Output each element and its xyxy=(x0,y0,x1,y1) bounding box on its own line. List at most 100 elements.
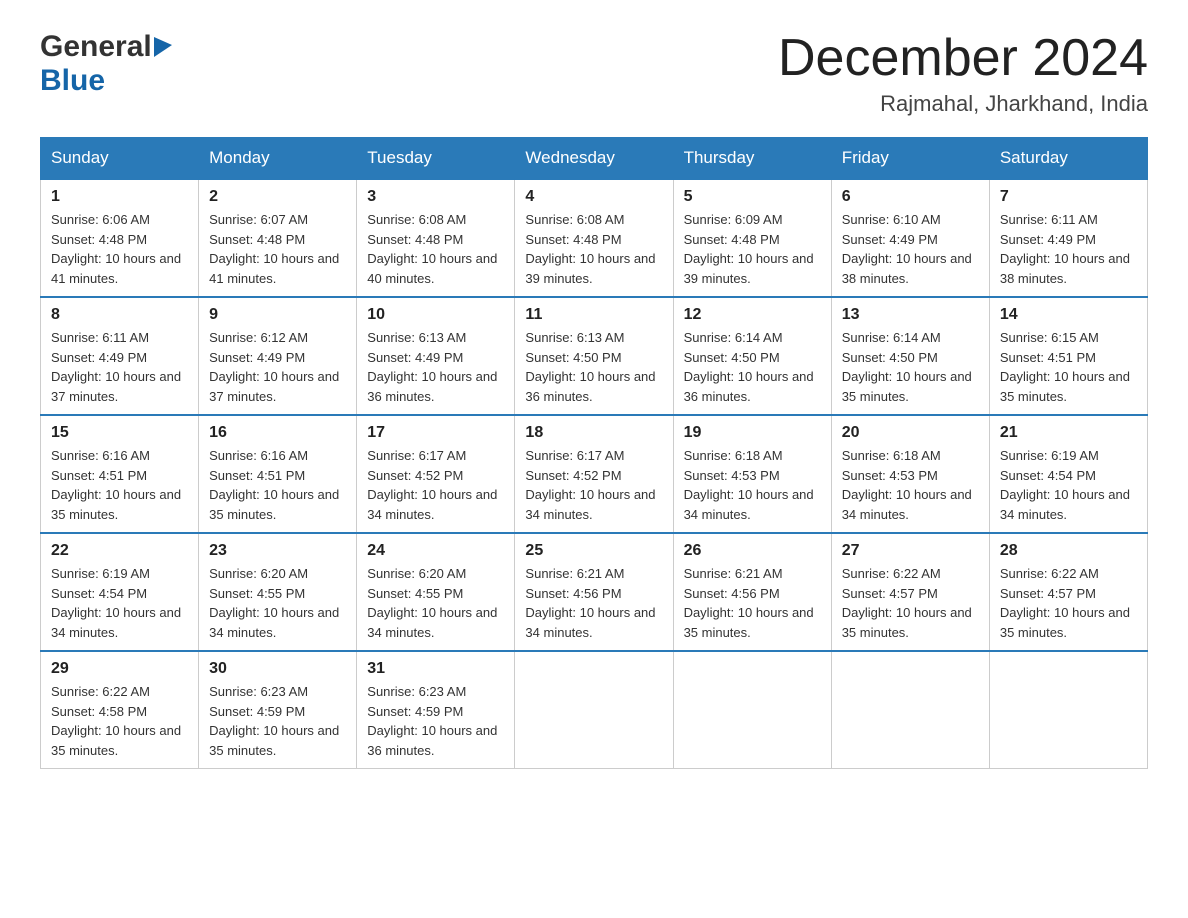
day-number: 19 xyxy=(684,424,821,442)
day-number: 6 xyxy=(842,188,979,206)
calendar-cell xyxy=(989,651,1147,769)
calendar-cell: 25 Sunrise: 6:21 AMSunset: 4:56 PMDaylig… xyxy=(515,533,673,651)
calendar-cell: 19 Sunrise: 6:18 AMSunset: 4:53 PMDaylig… xyxy=(673,415,831,533)
calendar-cell: 8 Sunrise: 6:11 AMSunset: 4:49 PMDayligh… xyxy=(41,297,199,415)
day-number: 31 xyxy=(367,660,504,678)
logo-blue-text: Blue xyxy=(40,64,105,98)
day-number: 17 xyxy=(367,424,504,442)
day-info: Sunrise: 6:18 AMSunset: 4:53 PMDaylight:… xyxy=(842,446,979,524)
calendar-cell: 17 Sunrise: 6:17 AMSunset: 4:52 PMDaylig… xyxy=(357,415,515,533)
calendar-cell: 24 Sunrise: 6:20 AMSunset: 4:55 PMDaylig… xyxy=(357,533,515,651)
day-info: Sunrise: 6:22 AMSunset: 4:58 PMDaylight:… xyxy=(51,682,188,760)
day-info: Sunrise: 6:11 AMSunset: 4:49 PMDaylight:… xyxy=(51,328,188,406)
header-friday: Friday xyxy=(831,138,989,180)
day-number: 10 xyxy=(367,306,504,324)
day-info: Sunrise: 6:13 AMSunset: 4:50 PMDaylight:… xyxy=(525,328,662,406)
day-number: 18 xyxy=(525,424,662,442)
calendar-cell: 2 Sunrise: 6:07 AMSunset: 4:48 PMDayligh… xyxy=(199,179,357,297)
calendar-cell: 15 Sunrise: 6:16 AMSunset: 4:51 PMDaylig… xyxy=(41,415,199,533)
day-info: Sunrise: 6:22 AMSunset: 4:57 PMDaylight:… xyxy=(842,564,979,642)
header-monday: Monday xyxy=(199,138,357,180)
calendar-cell: 3 Sunrise: 6:08 AMSunset: 4:48 PMDayligh… xyxy=(357,179,515,297)
day-number: 24 xyxy=(367,542,504,560)
day-number: 4 xyxy=(525,188,662,206)
header-wednesday: Wednesday xyxy=(515,138,673,180)
day-info: Sunrise: 6:21 AMSunset: 4:56 PMDaylight:… xyxy=(525,564,662,642)
header-sunday: Sunday xyxy=(41,138,199,180)
day-number: 22 xyxy=(51,542,188,560)
header-tuesday: Tuesday xyxy=(357,138,515,180)
week-row-5: 29 Sunrise: 6:22 AMSunset: 4:58 PMDaylig… xyxy=(41,651,1148,769)
day-info: Sunrise: 6:08 AMSunset: 4:48 PMDaylight:… xyxy=(525,210,662,288)
day-info: Sunrise: 6:10 AMSunset: 4:49 PMDaylight:… xyxy=(842,210,979,288)
logo-triangle-icon xyxy=(154,37,172,57)
calendar-cell: 31 Sunrise: 6:23 AMSunset: 4:59 PMDaylig… xyxy=(357,651,515,769)
calendar-title: December 2024 xyxy=(778,30,1148,87)
day-number: 12 xyxy=(684,306,821,324)
day-number: 28 xyxy=(1000,542,1137,560)
calendar-cell: 12 Sunrise: 6:14 AMSunset: 4:50 PMDaylig… xyxy=(673,297,831,415)
calendar-cell: 1 Sunrise: 6:06 AMSunset: 4:48 PMDayligh… xyxy=(41,179,199,297)
day-number: 3 xyxy=(367,188,504,206)
calendar-cell: 23 Sunrise: 6:20 AMSunset: 4:55 PMDaylig… xyxy=(199,533,357,651)
calendar-cell xyxy=(673,651,831,769)
header-thursday: Thursday xyxy=(673,138,831,180)
day-number: 23 xyxy=(209,542,346,560)
day-number: 13 xyxy=(842,306,979,324)
calendar-cell: 21 Sunrise: 6:19 AMSunset: 4:54 PMDaylig… xyxy=(989,415,1147,533)
day-number: 2 xyxy=(209,188,346,206)
day-number: 26 xyxy=(684,542,821,560)
day-info: Sunrise: 6:12 AMSunset: 4:49 PMDaylight:… xyxy=(209,328,346,406)
calendar-subtitle: Rajmahal, Jharkhand, India xyxy=(778,91,1148,117)
day-number: 7 xyxy=(1000,188,1137,206)
calendar-cell: 10 Sunrise: 6:13 AMSunset: 4:49 PMDaylig… xyxy=(357,297,515,415)
calendar-cell: 29 Sunrise: 6:22 AMSunset: 4:58 PMDaylig… xyxy=(41,651,199,769)
title-area: December 2024 Rajmahal, Jharkhand, India xyxy=(778,30,1148,117)
day-info: Sunrise: 6:21 AMSunset: 4:56 PMDaylight:… xyxy=(684,564,821,642)
day-number: 1 xyxy=(51,188,188,206)
logo-general-text: General xyxy=(40,30,152,64)
day-info: Sunrise: 6:17 AMSunset: 4:52 PMDaylight:… xyxy=(367,446,504,524)
calendar-cell: 22 Sunrise: 6:19 AMSunset: 4:54 PMDaylig… xyxy=(41,533,199,651)
day-info: Sunrise: 6:08 AMSunset: 4:48 PMDaylight:… xyxy=(367,210,504,288)
day-number: 21 xyxy=(1000,424,1137,442)
day-number: 15 xyxy=(51,424,188,442)
calendar-table: SundayMondayTuesdayWednesdayThursdayFrid… xyxy=(40,137,1148,769)
calendar-cell: 11 Sunrise: 6:13 AMSunset: 4:50 PMDaylig… xyxy=(515,297,673,415)
day-info: Sunrise: 6:20 AMSunset: 4:55 PMDaylight:… xyxy=(367,564,504,642)
day-info: Sunrise: 6:06 AMSunset: 4:48 PMDaylight:… xyxy=(51,210,188,288)
day-info: Sunrise: 6:16 AMSunset: 4:51 PMDaylight:… xyxy=(209,446,346,524)
day-info: Sunrise: 6:17 AMSunset: 4:52 PMDaylight:… xyxy=(525,446,662,524)
day-info: Sunrise: 6:13 AMSunset: 4:49 PMDaylight:… xyxy=(367,328,504,406)
logo: General Blue xyxy=(40,30,172,98)
day-info: Sunrise: 6:23 AMSunset: 4:59 PMDaylight:… xyxy=(209,682,346,760)
day-number: 25 xyxy=(525,542,662,560)
calendar-cell: 18 Sunrise: 6:17 AMSunset: 4:52 PMDaylig… xyxy=(515,415,673,533)
day-number: 11 xyxy=(525,306,662,324)
page-header: General Blue December 2024 Rajmahal, Jha… xyxy=(40,30,1148,117)
day-info: Sunrise: 6:20 AMSunset: 4:55 PMDaylight:… xyxy=(209,564,346,642)
header-saturday: Saturday xyxy=(989,138,1147,180)
day-info: Sunrise: 6:07 AMSunset: 4:48 PMDaylight:… xyxy=(209,210,346,288)
calendar-cell: 5 Sunrise: 6:09 AMSunset: 4:48 PMDayligh… xyxy=(673,179,831,297)
calendar-cell: 27 Sunrise: 6:22 AMSunset: 4:57 PMDaylig… xyxy=(831,533,989,651)
week-row-2: 8 Sunrise: 6:11 AMSunset: 4:49 PMDayligh… xyxy=(41,297,1148,415)
day-number: 30 xyxy=(209,660,346,678)
week-row-4: 22 Sunrise: 6:19 AMSunset: 4:54 PMDaylig… xyxy=(41,533,1148,651)
day-info: Sunrise: 6:14 AMSunset: 4:50 PMDaylight:… xyxy=(684,328,821,406)
calendar-cell: 7 Sunrise: 6:11 AMSunset: 4:49 PMDayligh… xyxy=(989,179,1147,297)
day-info: Sunrise: 6:22 AMSunset: 4:57 PMDaylight:… xyxy=(1000,564,1137,642)
calendar-cell: 6 Sunrise: 6:10 AMSunset: 4:49 PMDayligh… xyxy=(831,179,989,297)
day-number: 8 xyxy=(51,306,188,324)
calendar-cell: 16 Sunrise: 6:16 AMSunset: 4:51 PMDaylig… xyxy=(199,415,357,533)
calendar-cell xyxy=(831,651,989,769)
day-number: 9 xyxy=(209,306,346,324)
day-number: 27 xyxy=(842,542,979,560)
calendar-cell: 26 Sunrise: 6:21 AMSunset: 4:56 PMDaylig… xyxy=(673,533,831,651)
calendar-cell: 4 Sunrise: 6:08 AMSunset: 4:48 PMDayligh… xyxy=(515,179,673,297)
day-number: 16 xyxy=(209,424,346,442)
calendar-cell: 9 Sunrise: 6:12 AMSunset: 4:49 PMDayligh… xyxy=(199,297,357,415)
day-number: 20 xyxy=(842,424,979,442)
day-info: Sunrise: 6:16 AMSunset: 4:51 PMDaylight:… xyxy=(51,446,188,524)
calendar-cell: 28 Sunrise: 6:22 AMSunset: 4:57 PMDaylig… xyxy=(989,533,1147,651)
